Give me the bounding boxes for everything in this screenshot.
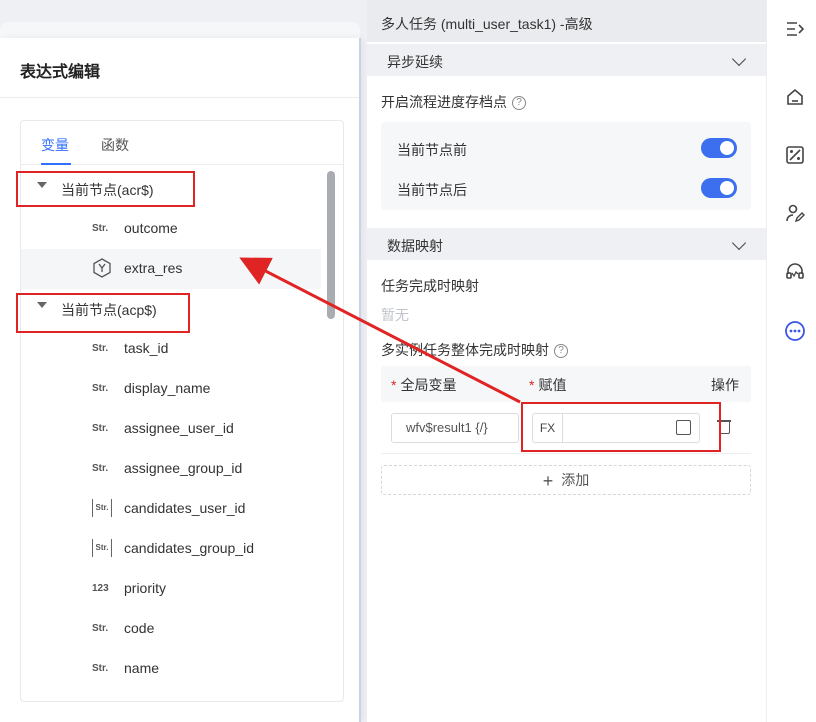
tree-item-candidates-user-id[interactable]: Str. candidates_user_id <box>21 489 321 529</box>
tree-item-extra-res[interactable]: extra_res <box>21 249 321 289</box>
config-title-bar: 多人任务 (multi_user_task1) -高级 <box>367 0 766 42</box>
string-type-icon: Str. <box>92 423 109 434</box>
tree-item-label: candidates_group_id <box>124 540 254 556</box>
tree-item-label: display_name <box>124 380 211 396</box>
col-action: 操作 <box>711 377 739 393</box>
active-tab-indicator <box>41 163 71 165</box>
add-mapping-button[interactable]: + 添加 <box>381 465 751 495</box>
more-icon[interactable] <box>784 320 806 342</box>
collapse-menu-icon[interactable] <box>784 18 806 40</box>
tree-item-label: candidates_user_id <box>124 500 246 516</box>
section-async-label: 异步延续 <box>387 54 443 70</box>
checkpoint-label: 开启流程进度存档点 <box>381 94 507 110</box>
user-edit-icon[interactable] <box>784 202 806 224</box>
expression-editor-panel: 表达式编辑 变量 函数 当前节点(acr$) Str. outcome extr… <box>0 38 361 722</box>
tree-item-name[interactable]: Str. name <box>21 649 321 689</box>
tree-item-task-id[interactable]: Str. task_id <box>21 329 321 369</box>
section-data-mapping[interactable]: 数据映射 <box>367 228 766 260</box>
help-icon[interactable]: ? <box>554 344 568 359</box>
add-label: 添加 <box>561 472 590 488</box>
tab-variables[interactable]: 变量 <box>41 135 69 155</box>
toggle-before-switch[interactable] <box>701 138 737 158</box>
toggle-after-switch[interactable] <box>701 178 737 198</box>
expression-editor-title: 表达式编辑 <box>20 64 101 81</box>
section-async[interactable]: 异步延续 <box>367 44 766 76</box>
tree-item-label: assignee_group_id <box>124 460 243 476</box>
tree-item-label: name <box>124 660 160 676</box>
app-root: 表达式编辑 变量 函数 当前节点(acr$) Str. outcome extr… <box>0 0 816 722</box>
col-assign: * 赋值 <box>529 377 567 393</box>
plus-icon: + <box>542 471 554 491</box>
right-icon-rail <box>766 0 816 722</box>
tree-item-label: assignee_user_id <box>124 420 234 436</box>
toggle-after-label: 当前节点后 <box>397 182 467 198</box>
tree-item-label: priority <box>124 580 167 596</box>
tree-item-display-name[interactable]: Str. display_name <box>21 369 321 409</box>
chevron-down-icon[interactable] <box>731 51 747 67</box>
headset-icon[interactable] <box>784 260 806 282</box>
string-array-type-icon: Str. <box>92 499 112 517</box>
config-title: 多人任务 (multi_user_task1) -高级 <box>381 16 593 32</box>
expression-editor-header: 表达式编辑 <box>0 38 359 98</box>
scrollbar-thumb[interactable] <box>327 171 335 319</box>
toggle-before-label: 当前节点前 <box>397 142 467 158</box>
tree-item-priority[interactable]: 123 priority <box>21 569 321 609</box>
string-type-icon: Str. <box>92 623 109 634</box>
mapping-table-header: * 全局变量 * 赋值 操作 <box>381 366 751 402</box>
tab-functions[interactable]: 函数 <box>101 135 129 155</box>
string-type-icon: Str. <box>92 383 109 394</box>
annotation-box-acr <box>16 171 195 207</box>
tree-item-outcome[interactable]: Str. outcome <box>21 209 321 249</box>
percent-icon[interactable] <box>784 144 806 166</box>
tree-item-code[interactable]: Str. code <box>21 609 321 649</box>
variable-browser: 变量 函数 当前节点(acr$) Str. outcome extra_res <box>20 120 344 702</box>
home-icon[interactable] <box>784 86 806 108</box>
tree-item-label: task_id <box>124 340 169 356</box>
multi-instance-field: 多实例任务整体完成时映射? <box>381 340 568 360</box>
global-var-input[interactable]: wfv$result1 {/} <box>391 413 519 443</box>
checkpoint-field: 开启流程进度存档点? <box>381 92 526 112</box>
task-complete-empty: 暂无 <box>381 307 409 323</box>
config-panel: 多人任务 (multi_user_task1) -高级 异步延续 开启流程进度存… <box>367 0 766 722</box>
variable-tabs: 变量 函数 <box>21 121 343 165</box>
tree-item-label: outcome <box>124 220 178 236</box>
chevron-down-icon[interactable] <box>731 235 747 251</box>
string-type-icon: Str. <box>92 663 109 674</box>
help-icon[interactable]: ? <box>512 96 526 111</box>
object-type-icon <box>92 258 112 281</box>
tree-item-assignee-user-id[interactable]: Str. assignee_user_id <box>21 409 321 449</box>
tree-item-label: extra_res <box>124 260 183 276</box>
checkpoint-toggles: 当前节点前 当前节点后 <box>381 122 751 210</box>
tree-item-candidates-group-id[interactable]: Str. candidates_group_id <box>21 529 321 569</box>
task-complete-label: 任务完成时映射 <box>381 278 479 294</box>
string-type-icon: Str. <box>92 223 109 234</box>
string-type-icon: Str. <box>92 343 109 354</box>
tree-item-label: code <box>124 620 155 636</box>
tree-item-assignee-group-id[interactable]: Str. assignee_group_id <box>21 449 321 489</box>
number-type-icon: 123 <box>92 583 109 594</box>
section-mapping-label: 数据映射 <box>387 238 443 254</box>
multi-instance-label: 多实例任务整体完成时映射 <box>381 342 549 358</box>
col-global-var: * 全局变量 <box>391 377 457 393</box>
string-type-icon: Str. <box>92 463 109 474</box>
string-array-type-icon: Str. <box>92 539 112 557</box>
annotation-box-acp <box>16 293 190 333</box>
annotation-box-fx <box>521 402 721 452</box>
